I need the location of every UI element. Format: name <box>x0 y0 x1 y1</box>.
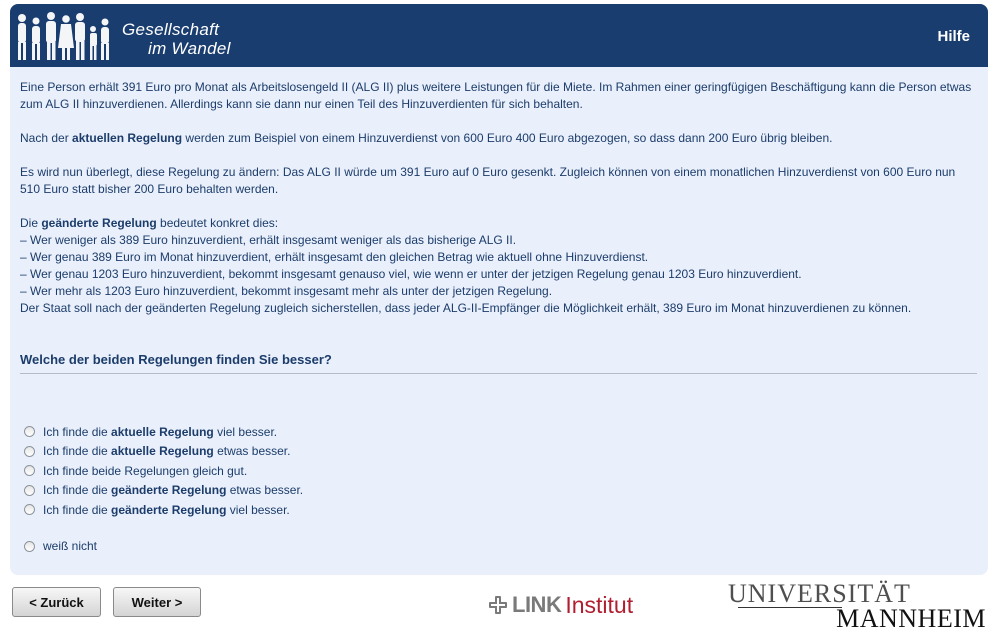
text-fragment: bedeutet konkret dies: <box>156 216 279 230</box>
survey-panel: Eine Person erhält 391 Euro pro Monat al… <box>10 67 988 575</box>
bullet-4: – Wer mehr als 1203 Euro hinzuverdient, … <box>20 284 553 298</box>
link-cross-icon <box>489 596 507 614</box>
intro-paragraph-4: Die geänderte Regelung bedeutet konkret … <box>20 215 975 317</box>
gesellschaft-im-wandel-logo: Gesellschaft im Wandel <box>14 8 254 67</box>
bullet-1: – Wer weniger als 389 Euro hinzuverdient… <box>20 233 517 247</box>
option-changed-somewhat-better[interactable]: Ich finde die geänderte Regelung etwas b… <box>24 481 303 501</box>
intro-paragraph-3: Es wird nun überlegt, diese Regelung zu … <box>20 165 956 196</box>
next-button[interactable]: Weiter > <box>113 587 201 617</box>
answer-options: Ich finde die aktuelle Regelung viel bes… <box>24 422 303 556</box>
text-fragment: Ich finde die <box>43 444 112 459</box>
emphasis-current-rule: aktuellen Regelung <box>72 131 183 145</box>
text-fragment: Nach der <box>20 131 73 145</box>
back-button[interactable]: < Zurück <box>12 587 101 617</box>
uni-line-2: MANNHEIM <box>836 604 986 633</box>
option-changed-much-better[interactable]: Ich finde die geänderte Regelung viel be… <box>24 500 303 520</box>
text-fragment: etwas besser. <box>213 444 291 459</box>
universitaet-mannheim-logo: UNIVERSITÄT MANNHEIM <box>728 580 986 633</box>
radio-button[interactable] <box>24 426 35 438</box>
option-emphasis: aktuelle Regelung <box>111 444 214 459</box>
text-fragment: Ich finde die <box>43 483 112 498</box>
intro-text: Eine Person erhält 391 Euro pro Monat al… <box>20 79 975 317</box>
intro-paragraph-1: Eine Person erhält 391 Euro pro Monat al… <box>20 80 972 111</box>
institut-word: Institut <box>565 591 634 618</box>
intro-paragraph-2: Nach der aktuellen Regelung werden zum B… <box>20 130 975 147</box>
uni-logo-divider <box>738 607 842 608</box>
radio-button[interactable] <box>24 465 35 477</box>
text-fragment: etwas besser. <box>226 483 304 498</box>
radio-button[interactable] <box>24 504 35 516</box>
radio-button[interactable] <box>24 540 35 552</box>
text-fragment: Ich finde die <box>43 424 112 439</box>
text-fragment: viel besser. <box>213 424 278 439</box>
option-emphasis: aktuelle Regelung <box>111 424 214 439</box>
question-text: Welche der beiden Regelungen finden Sie … <box>20 352 977 374</box>
option-label: Ich finde die aktuelle Regelung etwas be… <box>43 444 290 458</box>
option-emphasis: geänderte Regelung <box>111 483 227 498</box>
logo-text: Gesellschaft im Wandel <box>122 20 231 58</box>
option-label: weiß nicht <box>43 539 98 554</box>
bullet-2: – Wer genau 389 Euro im Monat hinzuverdi… <box>20 250 649 264</box>
emphasis-changed-rule: geänderte Regelung <box>41 216 157 230</box>
option-label: Ich finde die aktuelle Regelung viel bes… <box>43 425 277 439</box>
intro-paragraph-5: Der Staat soll nach der geänderten Regel… <box>20 301 912 315</box>
link-word: LINK <box>512 592 562 617</box>
text-fragment: viel besser. <box>226 502 290 517</box>
text-fragment: Die <box>20 216 42 230</box>
radio-button[interactable] <box>24 445 35 457</box>
logo-line-2: im Wandel <box>148 39 231 58</box>
option-current-somewhat-better[interactable]: Ich finde die aktuelle Regelung etwas be… <box>24 442 303 462</box>
text-fragment: werden zum Beispiel von einem Hinzuverdi… <box>182 131 833 145</box>
bullet-3: – Wer genau 1203 Euro hinzuverdient, bek… <box>20 267 802 281</box>
option-label: Ich finde beide Regelungen gleich gut. <box>43 463 248 478</box>
option-dont-know[interactable]: weiß nicht <box>24 537 303 557</box>
text-fragment: Ich finde die <box>43 502 112 517</box>
logo-line-1: Gesellschaft <box>122 20 220 39</box>
link-institut-logo: LINK Institut <box>488 592 633 618</box>
option-current-much-better[interactable]: Ich finde die aktuelle Regelung viel bes… <box>24 422 303 442</box>
option-label: Ich finde die geänderte Regelung etwas b… <box>43 483 303 497</box>
option-emphasis: geänderte Regelung <box>111 502 227 517</box>
header-bar: Gesellschaft im Wandel Hilfe <box>10 4 988 67</box>
radio-button[interactable] <box>24 484 35 496</box>
option-equally-good[interactable]: Ich finde beide Regelungen gleich gut. <box>24 461 303 481</box>
option-label: Ich finde die geänderte Regelung viel be… <box>43 503 290 517</box>
people-silhouettes-icon <box>18 12 109 60</box>
help-link[interactable]: Hilfe <box>937 28 970 45</box>
